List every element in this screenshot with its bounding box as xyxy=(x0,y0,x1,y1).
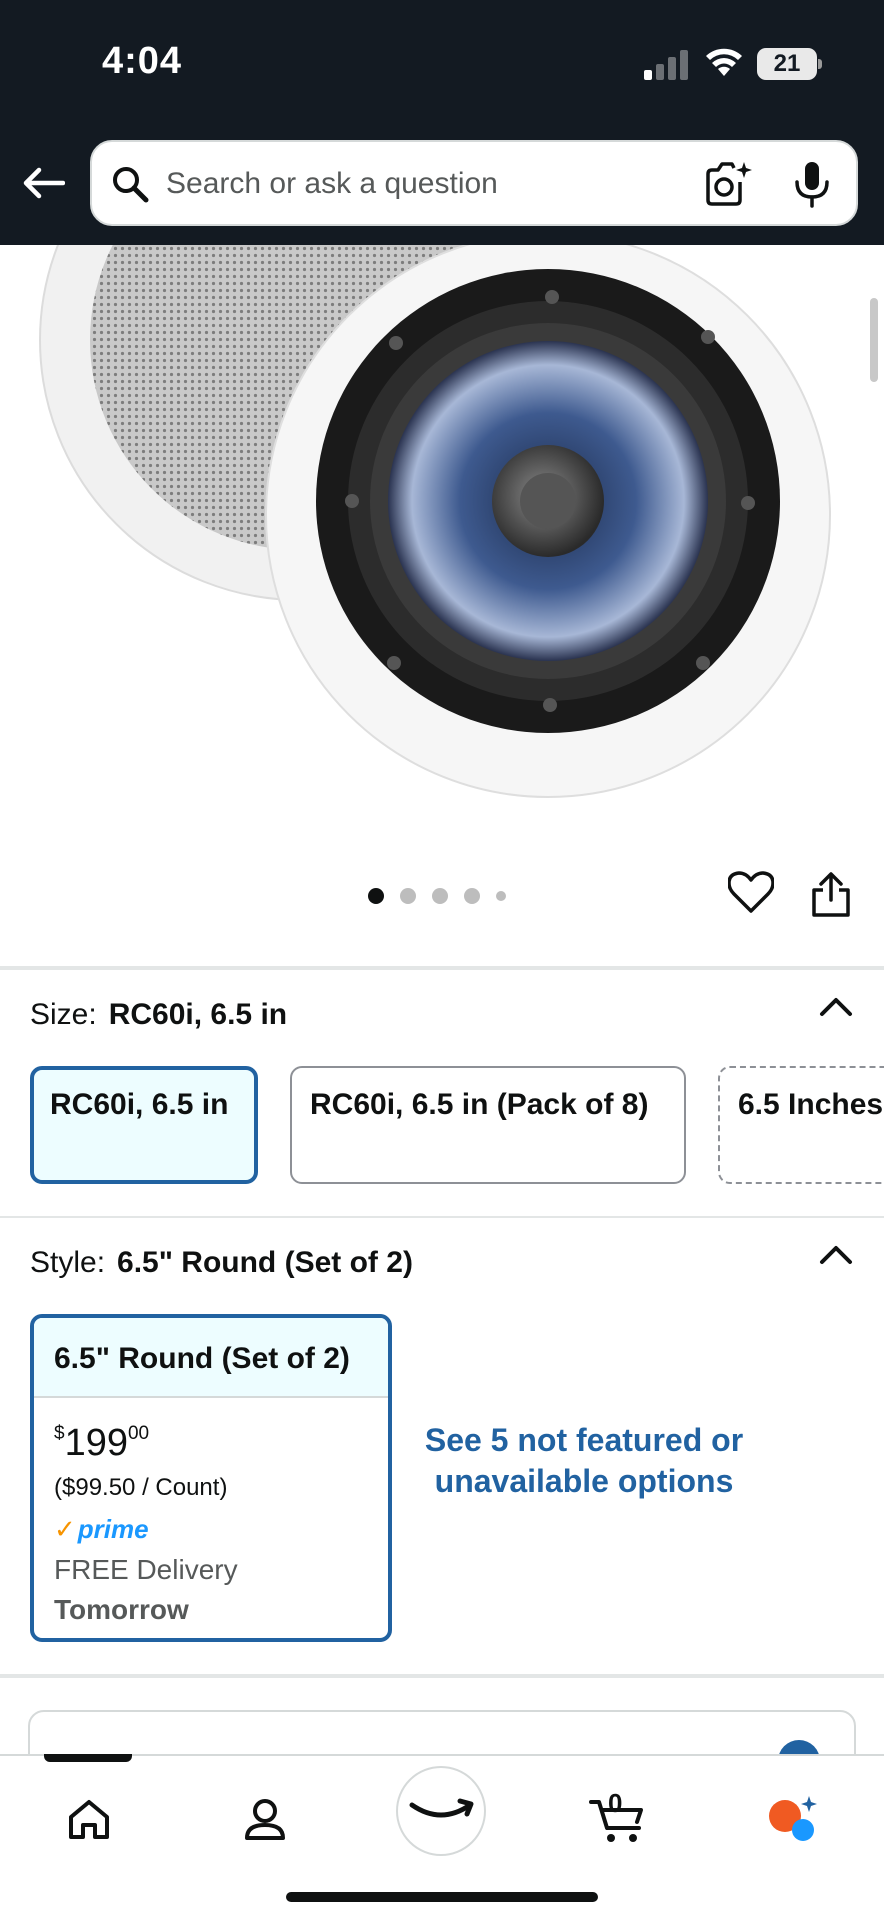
active-tab-indicator xyxy=(44,1754,132,1762)
amazon-smile-icon xyxy=(409,1798,474,1818)
chevron-up-icon[interactable] xyxy=(818,1242,854,1266)
size-option-rc60i[interactable]: RC60i, 6.5 in xyxy=(30,1066,258,1184)
product-image-carousel[interactable] xyxy=(0,245,884,965)
carousel-dot[interactable] xyxy=(400,888,416,904)
delivery-text: FREE Delivery xyxy=(54,1554,238,1585)
price-currency: $ xyxy=(54,1423,65,1444)
top-bar: 4:04 21 xyxy=(0,0,884,245)
search-input[interactable] xyxy=(166,160,646,208)
cellular-signal-icon xyxy=(644,50,688,80)
scrollbar-thumb[interactable] xyxy=(870,298,878,382)
back-button[interactable] xyxy=(20,160,66,206)
prime-badge: ✓prime xyxy=(54,1514,149,1545)
size-option-6-5-inches[interactable]: 6.5 Inches xyxy=(718,1066,884,1184)
carousel-dot[interactable] xyxy=(464,888,480,904)
size-selected-value: RC60i, 6.5 in xyxy=(108,998,288,1031)
style-section-label: Style: 6.5" Round (Set of 2) xyxy=(30,1246,413,1280)
chevron-up-icon[interactable] xyxy=(818,994,854,1018)
heart-icon[interactable] xyxy=(728,870,774,916)
size-section-label: Size: RC60i, 6.5 in xyxy=(30,998,287,1032)
section-divider xyxy=(0,966,884,970)
nav-rufus-assistant[interactable] xyxy=(758,1784,828,1854)
size-option-label: 6.5 Inches xyxy=(738,1088,884,1121)
style-label: Style: xyxy=(30,1246,106,1279)
unit-price: ($99.50 / Count) xyxy=(54,1474,228,1501)
carousel-dot[interactable] xyxy=(432,888,448,904)
prime-check-icon: ✓ xyxy=(54,1514,76,1544)
delivery-day: Tomorrow xyxy=(54,1594,189,1625)
size-label: Size: xyxy=(30,998,97,1031)
nav-amazon-home[interactable] xyxy=(396,1766,486,1856)
price-fraction: 00 xyxy=(127,1423,150,1444)
home-icon xyxy=(69,1800,109,1839)
price-whole: 199 xyxy=(64,1422,128,1464)
section-divider xyxy=(0,1674,884,1678)
back-arrow-icon xyxy=(23,167,65,199)
nav-cart[interactable]: 0 xyxy=(584,1784,654,1854)
style-option-title: 6.5" Round (Set of 2) xyxy=(34,1318,388,1398)
see-more-options-link[interactable]: See 5 not featured or unavailable option… xyxy=(424,1420,744,1502)
prime-label: prime xyxy=(77,1514,149,1544)
nav-home[interactable] xyxy=(54,1784,124,1854)
carousel-dot[interactable] xyxy=(496,891,506,901)
cart-count: 0 xyxy=(608,1788,623,1818)
speaker-product-image xyxy=(39,245,831,798)
size-option-rc60i-pack-of-8[interactable]: RC60i, 6.5 in (Pack of 8) xyxy=(290,1066,686,1184)
carousel-page-dots[interactable] xyxy=(368,888,506,904)
camera-search-icon[interactable] xyxy=(704,160,752,208)
share-icon[interactable] xyxy=(810,872,852,918)
price: $19900 xyxy=(54,1422,149,1465)
home-indicator[interactable] xyxy=(286,1892,598,1902)
size-option-label: RC60i, 6.5 in (Pack of 8) xyxy=(310,1088,649,1121)
style-selected-value: 6.5" Round (Set of 2) xyxy=(117,1246,413,1279)
nav-account[interactable] xyxy=(230,1784,300,1854)
wifi-icon xyxy=(706,48,742,76)
microphone-icon[interactable] xyxy=(792,160,832,208)
battery-level: 21 xyxy=(773,50,801,77)
battery-indicator: 21 xyxy=(757,48,823,80)
carousel-dot[interactable] xyxy=(368,888,384,904)
section-divider xyxy=(0,1216,884,1218)
style-option-card[interactable]: 6.5" Round (Set of 2) $19900 ($99.50 / C… xyxy=(30,1314,392,1642)
rufus-assistant-icon xyxy=(769,1796,817,1841)
account-icon xyxy=(245,1799,285,1840)
status-time: 4:04 xyxy=(102,40,183,82)
size-option-label: RC60i, 6.5 in xyxy=(50,1088,229,1121)
search-icon xyxy=(113,167,149,203)
search-bar[interactable] xyxy=(90,140,858,226)
